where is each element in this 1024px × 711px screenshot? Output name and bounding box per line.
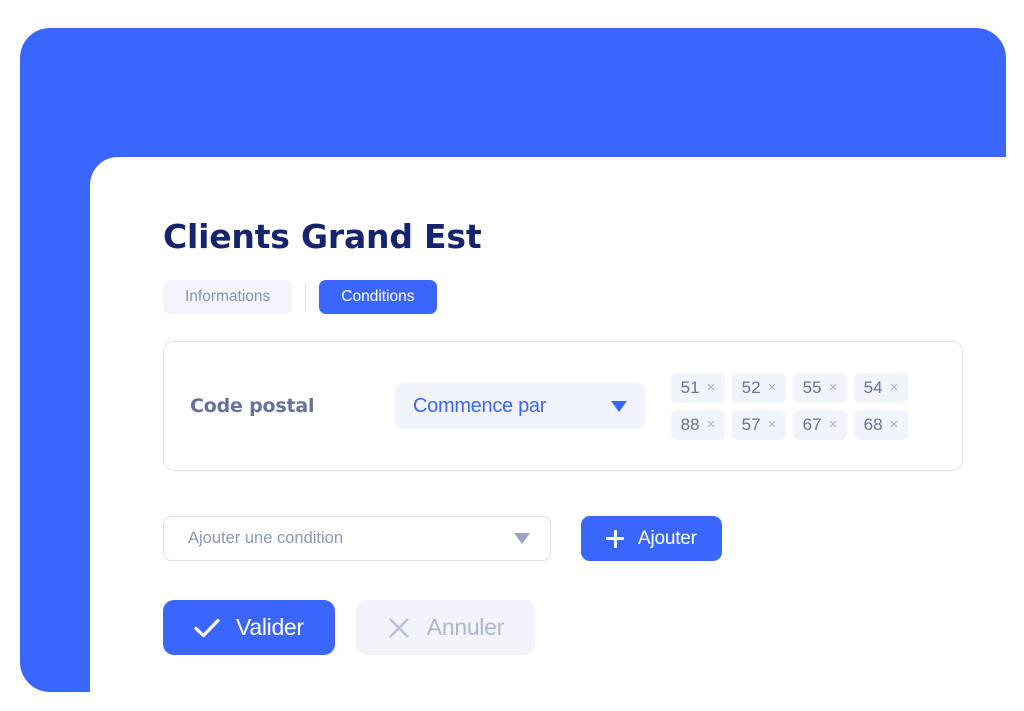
value-tag[interactable]: 54 × <box>854 372 908 403</box>
close-icon[interactable]: × <box>707 380 716 395</box>
close-icon[interactable]: × <box>890 417 899 432</box>
close-icon[interactable]: × <box>768 417 777 432</box>
add-condition-select[interactable]: Ajouter une condition <box>163 516 551 561</box>
close-icon[interactable]: × <box>768 380 777 395</box>
cancel-button-label: Annuler <box>426 614 504 640</box>
form-actions: Valider Annuler <box>163 600 983 655</box>
add-button-label: Ajouter <box>638 527 697 549</box>
close-icon[interactable]: × <box>890 380 899 395</box>
value-tag[interactable]: 57 × <box>732 409 786 440</box>
close-icon <box>387 616 411 640</box>
card-content: Clients Grand Est Informations Condition… <box>163 157 983 655</box>
value-tag[interactable]: 67 × <box>793 409 847 440</box>
value-tag-label: 67 <box>802 415 822 434</box>
value-tag[interactable]: 68 × <box>854 409 908 440</box>
add-condition-placeholder: Ajouter une condition <box>188 529 344 547</box>
validate-button[interactable]: Valider <box>163 600 335 655</box>
tab-bar: Informations Conditions <box>163 280 983 314</box>
value-tag[interactable]: 52 × <box>732 372 786 403</box>
value-tag-label: 88 <box>680 415 700 434</box>
validate-button-label: Valider <box>236 614 304 640</box>
tab-divider <box>305 283 307 311</box>
plus-icon <box>606 529 624 548</box>
app-stage: Clients Grand Est Informations Condition… <box>0 0 1024 711</box>
condition-row: Code postal Commence par 51 × 52 × 55 × … <box>190 372 940 440</box>
conditions-panel: Code postal Commence par 51 × 52 × 55 × … <box>163 341 963 471</box>
condition-operator-select[interactable]: Commence par <box>395 383 645 429</box>
condition-field-label: Code postal <box>190 395 315 417</box>
chevron-down-icon <box>514 533 530 544</box>
condition-operator-value: Commence par <box>413 394 547 417</box>
chevron-down-icon <box>611 400 627 412</box>
value-tag[interactable]: 51 × <box>671 372 725 403</box>
condition-value-tags: 51 × 52 × 55 × 54 × 88 × 57 × 67 × 68 × <box>671 372 929 440</box>
add-button[interactable]: Ajouter <box>581 516 722 561</box>
value-tag-label: 52 <box>741 378 761 397</box>
close-icon[interactable]: × <box>707 417 716 432</box>
tab-conditions-label: Conditions <box>341 288 415 305</box>
tab-conditions[interactable]: Conditions <box>319 280 437 314</box>
value-tag-label: 68 <box>863 415 883 434</box>
value-tag[interactable]: 55 × <box>793 372 847 403</box>
value-tag-label: 54 <box>863 378 883 397</box>
tab-informations-label: Informations <box>185 288 271 305</box>
page-title: Clients Grand Est <box>163 217 482 256</box>
card-edge-mask <box>1006 157 1024 711</box>
value-tag-label: 51 <box>680 378 700 397</box>
close-icon[interactable]: × <box>829 380 838 395</box>
close-icon[interactable]: × <box>829 417 838 432</box>
add-condition-row: Ajouter une condition Ajouter <box>163 516 983 561</box>
value-tag-label: 57 <box>741 415 761 434</box>
check-icon <box>194 618 220 638</box>
value-tag-label: 55 <box>802 378 822 397</box>
tab-informations[interactable]: Informations <box>163 280 293 314</box>
cancel-button[interactable]: Annuler <box>355 600 535 655</box>
value-tag[interactable]: 88 × <box>671 409 725 440</box>
